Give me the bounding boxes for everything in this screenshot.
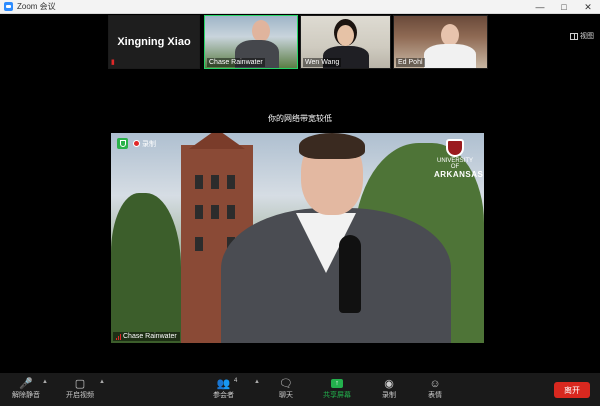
leave-meeting-button[interactable]: 离开 (554, 382, 590, 398)
video-options-chevron-icon[interactable]: ▲ (99, 379, 105, 385)
window-controls: — □ ✕ (528, 0, 600, 14)
participants-icon: 👥 (216, 378, 231, 390)
participant-name: Ed Pohl (396, 58, 425, 67)
reactions-icon: ☺ (429, 377, 441, 390)
share-screen-button[interactable]: ↑ 共享屏幕 (323, 376, 351, 404)
reactions-button[interactable]: ☺ 表情 (428, 376, 442, 404)
share-screen-icon: ↑ (331, 379, 343, 388)
participant-name: Xingning Xiao (117, 36, 191, 48)
chat-icon: 🗨 (279, 378, 293, 390)
participant-name: Wen Wang (303, 58, 342, 67)
reactions-label: 表情 (428, 392, 442, 399)
zoom-meeting-window: Zoom 会议 — □ ✕ Xingning Xiao ▮ Chase Rain… (0, 0, 600, 406)
mic-muted-icon: ▮ (111, 59, 115, 66)
speaker-name-tag: Chase Rainwater (113, 332, 180, 341)
record-icon: ◉ (384, 378, 394, 390)
recording-label: 录制 (142, 140, 156, 148)
chat-button[interactable]: 🗨 聊天 (279, 376, 293, 404)
participant-tile-ed[interactable]: Ed Pohl (393, 15, 488, 69)
microphone (339, 235, 361, 313)
speaker-hair (299, 133, 365, 159)
participants-count: 4 (234, 378, 238, 384)
record-button[interactable]: ◉ 录制 (382, 376, 396, 404)
record-dot-icon (133, 140, 140, 147)
university-logo: UNIVERSITY OF ARKANSAS (434, 139, 484, 179)
network-notice: 你的网络带宽较低 (268, 114, 332, 123)
start-video-label: 开启视频 (66, 392, 94, 399)
grid-view-icon (570, 32, 578, 40)
title-bar: Zoom 会议 — □ ✕ (0, 0, 600, 14)
meeting-toolbar: 🎤 解除静音 ▲ ▢ 开启视频 ▲ 👥 参会者 4 ▲ 🗨 聊天 ↑ 共享屏幕 … (0, 373, 600, 406)
participant-tile-chase[interactable]: Chase Rainwater (204, 15, 298, 69)
record-label: 录制 (382, 392, 396, 399)
participant-avatar (337, 25, 354, 46)
background-tree (111, 193, 181, 343)
active-speaker-video[interactable]: UNIVERSITY OF ARKANSAS 录制 Chase Rainwate… (111, 133, 484, 343)
signal-bars-icon (116, 333, 121, 340)
maximize-icon[interactable]: □ (552, 0, 576, 14)
participants-label: 参会者 (213, 392, 234, 399)
window-title: Zoom 会议 (17, 2, 56, 11)
view-label: 视图 (580, 33, 594, 40)
close-icon[interactable]: ✕ (576, 0, 600, 14)
participants-button[interactable]: 👥 参会者 (213, 376, 234, 404)
share-screen-label: 共享屏幕 (323, 392, 351, 399)
security-shield-icon[interactable] (117, 138, 128, 149)
participant-strip: Xingning Xiao ▮ Chase Rainwater Wen Wang… (0, 14, 600, 71)
minimize-icon[interactable]: — (528, 0, 552, 14)
zoom-app-icon (4, 2, 13, 11)
participant-name: Chase Rainwater (207, 58, 265, 67)
unmute-button[interactable]: 🎤 解除静音 (12, 376, 40, 404)
start-video-button[interactable]: ▢ 开启视频 (66, 376, 94, 404)
shield-icon (446, 139, 464, 157)
speaker-name: Chase Rainwater (123, 333, 177, 340)
participant-avatar (441, 24, 459, 46)
logo-line-2: ARKANSAS (434, 170, 484, 179)
participant-tile-wen[interactable]: Wen Wang (300, 15, 391, 69)
video-off-icon: ▢ (74, 378, 86, 390)
participant-body (424, 44, 476, 68)
chat-label: 聊天 (279, 392, 293, 399)
recording-indicator[interactable]: 录制 (133, 138, 156, 149)
mic-muted-icon: 🎤 (19, 378, 33, 390)
unmute-label: 解除静音 (12, 392, 40, 399)
participant-tile-xingning[interactable]: Xingning Xiao ▮ (108, 15, 200, 69)
audio-options-chevron-icon[interactable]: ▲ (42, 379, 48, 385)
logo-line-1: UNIVERSITY OF (436, 158, 473, 170)
view-button[interactable]: 视图 (570, 31, 594, 41)
participants-options-chevron-icon[interactable]: ▲ (254, 379, 260, 385)
participant-avatar (252, 20, 270, 42)
